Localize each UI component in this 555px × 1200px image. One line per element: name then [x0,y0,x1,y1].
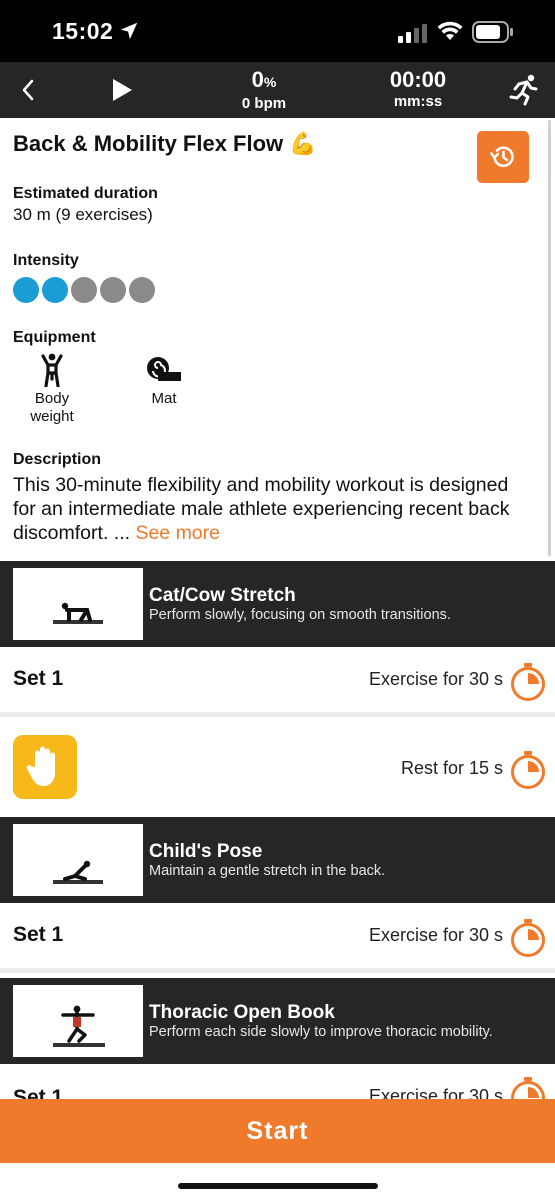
exercise-thumbnail [13,824,143,896]
status-time: 15:02 [52,18,114,44]
elapsed-time: 00:00 [389,67,447,92]
exercise-thumbnail [13,568,143,640]
play-icon [113,79,132,101]
battery-icon [472,21,513,43]
intensity-dot [71,277,97,303]
stopwatch-icon[interactable] [509,750,547,790]
history-button[interactable] [477,131,529,183]
intensity-dot [42,277,68,303]
chevron-left-icon [22,79,34,101]
play-button[interactable] [104,72,140,108]
set-row[interactable]: Set 1 Exercise for 30 s [0,647,555,717]
exercise-header[interactable]: Thoracic Open Book Perform each side slo… [0,978,555,1064]
cellular-signal-icon [398,24,427,43]
rest-duration: Rest for 15 s [400,758,503,778]
exercise-description: Perform slowly, focusing on smooth trans… [149,607,451,623]
exercise-thumbnail [13,985,143,1057]
intensity-meter [13,277,155,303]
exercise-description: Maintain a gentle stretch in the back. [149,863,386,879]
open-book-figure-icon [53,1005,105,1047]
mat-icon [147,357,181,381]
running-person-icon[interactable] [506,72,542,108]
progress-percent: 0 [251,67,264,92]
exercise-name: Thoracic Open Book [149,1002,335,1023]
start-button[interactable]: Start [0,1099,555,1163]
scroll-indicator [548,120,551,556]
equipment-bodyweight: Body weight [12,352,92,426]
rest-hand-icon [13,735,77,799]
set-duration: Exercise for 30 s [368,925,503,945]
intensity-dot [129,277,155,303]
set-label: Set 1 [13,667,64,690]
workout-title: Back & Mobility Flex Flow 💪 [13,131,317,156]
rest-row[interactable]: Rest for 15 s [0,721,555,819]
equipment-mat: Mat [124,352,204,408]
hand-icon [26,746,55,786]
stopwatch-icon[interactable] [509,662,547,702]
see-more-link[interactable]: See more [135,522,220,544]
description-label: Description [13,451,102,468]
elapsed-stat: 00:00 mm:ss [372,67,464,111]
exercise-description: Perform each side slowly to improve thor… [149,1024,493,1040]
description-body: This 30-minute flexibility and mobility … [13,474,510,544]
bodyweight-icon [41,353,63,387]
progress-percent-unit: % [263,74,277,90]
equipment-bodyweight-label: Body weight [30,390,74,425]
home-indicator[interactable] [178,1183,378,1189]
duration-value: 30 m (9 exercises) [13,205,153,224]
equipment-mat-label: Mat [151,390,177,407]
set-duration: Exercise for 30 s [368,669,503,689]
wifi-icon [437,21,463,40]
equipment-label: Equipment [13,329,96,346]
location-arrow-icon [120,22,138,40]
intensity-label: Intensity [13,252,79,269]
set-row[interactable]: Set 1 Exercise for 30 s [0,1064,555,1104]
history-icon [490,146,514,167]
exercise-name: Child's Pose [149,841,263,862]
set-label: Set 1 [13,923,64,946]
stopwatch-icon[interactable] [509,918,547,958]
progress-stat: 0% 0 bpm [222,67,306,113]
duration-label: Estimated duration [13,185,158,202]
exercise-name: Cat/Cow Stretch [149,585,296,606]
back-button[interactable] [12,74,44,106]
elapsed-unit: mm:ss [393,93,443,110]
workout-player-bar: 0% 0 bpm 00:00 mm:ss [0,62,555,118]
description-text: This 30-minute flexibility and mobility … [13,473,533,545]
workout-info: Back & Mobility Flex Flow 💪 Estimated du… [0,118,555,558]
heart-rate: 0 bpm [241,95,287,112]
cat-cow-figure-icon [53,602,103,624]
childs-pose-figure-icon [53,860,103,884]
exercise-header[interactable]: Child's Pose Maintain a gentle stretch i… [0,817,555,903]
intensity-dot [13,277,39,303]
status-bar: 15:02 [0,0,555,62]
set-row[interactable]: Set 1 Exercise for 30 s [0,903,555,973]
home-area [0,1163,555,1200]
intensity-dot [100,277,126,303]
exercise-header[interactable]: Cat/Cow Stretch Perform slowly, focusing… [0,561,555,647]
